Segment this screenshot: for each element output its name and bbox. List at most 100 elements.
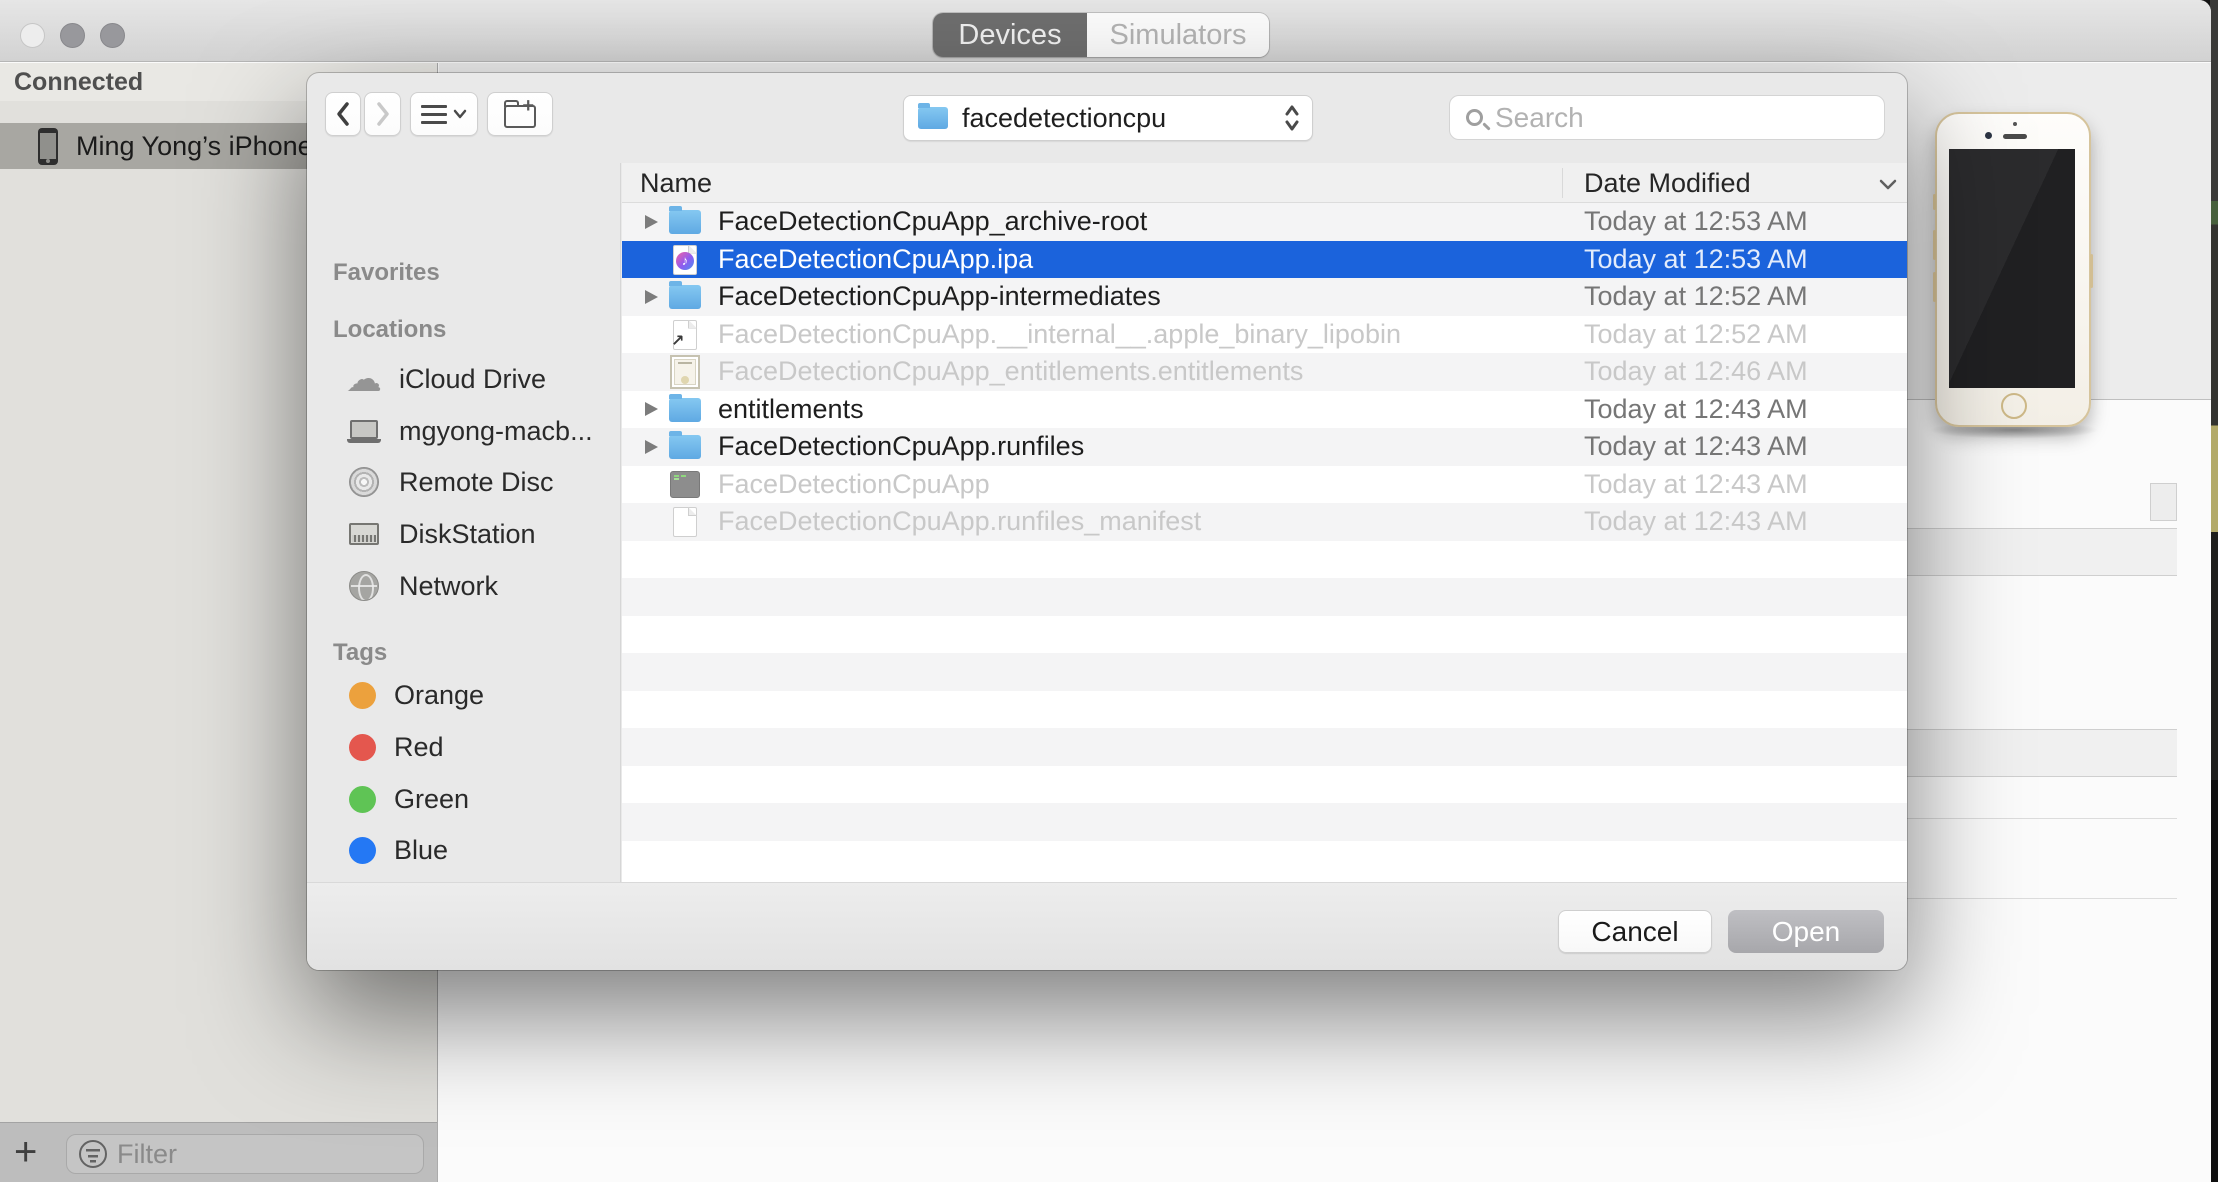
folder-dropdown[interactable]: facedetectioncpu bbox=[903, 95, 1313, 141]
file-date-modified: Today at 12:46 AM bbox=[1584, 356, 1808, 387]
open-button[interactable]: Open bbox=[1728, 910, 1884, 953]
add-device-button[interactable]: + bbox=[14, 1130, 37, 1175]
sidebar-item-icloud-drive[interactable]: ☁iCloud Drive bbox=[307, 353, 620, 405]
sidebar-item-red[interactable]: Red bbox=[307, 721, 620, 773]
view-options-button[interactable] bbox=[410, 92, 478, 136]
empty-row bbox=[622, 803, 1907, 841]
file-icon-cell: ♪ bbox=[668, 245, 702, 275]
empty-row bbox=[622, 541, 1907, 579]
plain-file-icon bbox=[673, 507, 697, 537]
file-icon-cell bbox=[668, 282, 702, 312]
tab-simulators[interactable]: Simulators bbox=[1087, 13, 1269, 57]
sidebar-item-label: mgyong-macb... bbox=[399, 416, 593, 447]
back-button[interactable] bbox=[325, 92, 361, 136]
sidebar-item-green[interactable]: Green bbox=[307, 773, 620, 825]
close-window-button[interactable] bbox=[20, 23, 45, 48]
file-row-facedetectioncpuapp[interactable]: FaceDetectionCpuAppToday at 12:43 AM bbox=[622, 466, 1907, 504]
sidebar-item-label: Green bbox=[394, 784, 469, 815]
sidebar-item-mgyong-macb[interactable]: mgyong-macb... bbox=[307, 405, 620, 457]
disclosure-triangle-icon[interactable] bbox=[645, 440, 658, 454]
file-icon-cell: ↗ bbox=[668, 320, 702, 350]
file-icon-cell bbox=[668, 507, 702, 537]
sidebar-item-orange[interactable]: Orange bbox=[307, 669, 620, 721]
open-file-dialog: facedetectioncpu Search FavoritesLocatio… bbox=[307, 73, 1907, 970]
file-name: FaceDetectionCpuApp.runfiles bbox=[718, 431, 1084, 462]
diskstation-icon bbox=[349, 523, 379, 545]
folder-icon bbox=[669, 285, 701, 309]
filter-placeholder: Filter bbox=[117, 1139, 177, 1170]
new-folder-button[interactable] bbox=[487, 92, 553, 136]
icloud-drive-icon: ☁ bbox=[346, 362, 382, 396]
file-name: FaceDetectionCpuApp_entitlements.entitle… bbox=[718, 356, 1303, 387]
column-header-date-modified[interactable]: Date Modified bbox=[1584, 168, 1751, 199]
sidebar-item-diskstation[interactable]: DiskStation bbox=[307, 508, 620, 560]
executable-file-icon bbox=[670, 471, 700, 498]
column-header-name[interactable]: Name bbox=[640, 168, 712, 199]
empty-row bbox=[622, 841, 1907, 879]
file-date-modified: Today at 12:43 AM bbox=[1584, 469, 1808, 500]
chevron-down-icon bbox=[453, 109, 467, 119]
tag-color-icon bbox=[349, 786, 376, 813]
alias-file-icon: ↗ bbox=[673, 320, 697, 350]
sidebar-item-label: DiskStation bbox=[399, 519, 536, 550]
file-date-modified: Today at 12:52 AM bbox=[1584, 319, 1808, 350]
sort-direction-icon bbox=[1878, 178, 1898, 190]
disclosure-triangle-icon[interactable] bbox=[645, 290, 658, 304]
file-icon-cell bbox=[668, 470, 702, 500]
file-row-facedetectioncpuapp-ipa[interactable]: ♪ FaceDetectionCpuApp.ipa Today at 12:53 A… bbox=[622, 241, 1907, 279]
tag-color-icon bbox=[349, 837, 376, 864]
list-header: Name Date Modified bbox=[622, 163, 1907, 203]
file-date-modified: Today at 12:53 AM bbox=[1584, 244, 1808, 275]
file-row-facedetectioncpuapp-runfiles-manifest[interactable]: FaceDetectionCpuApp.runfiles_manifest Tod… bbox=[622, 503, 1907, 541]
zoom-window-button[interactable] bbox=[100, 23, 125, 48]
empty-row bbox=[622, 728, 1907, 766]
file-icon-cell bbox=[668, 207, 702, 237]
file-name: entitlements bbox=[718, 394, 864, 425]
file-row-facedetectioncpuapp-internal-apple-binary-lipobin[interactable]: ↗FaceDetectionCpuApp.__internal__.apple_… bbox=[622, 316, 1907, 354]
sidebar-item-network[interactable]: Network bbox=[307, 560, 620, 612]
file-date-modified: Today at 12:43 AM bbox=[1584, 506, 1808, 537]
folder-icon bbox=[669, 210, 701, 234]
filter-input[interactable]: Filter bbox=[66, 1134, 424, 1174]
sidebar-item-remote-disc[interactable]: Remote Disc bbox=[307, 456, 620, 508]
sidebar-item-label: Remote Disc bbox=[399, 467, 554, 498]
file-name: FaceDetectionCpuApp-intermediates bbox=[718, 281, 1161, 312]
new-folder-icon bbox=[504, 105, 536, 128]
file-row-facedetectioncpuapp-intermediates[interactable]: FaceDetectionCpuApp-intermediates Today a… bbox=[622, 278, 1907, 316]
cancel-button[interactable]: Cancel bbox=[1558, 910, 1712, 953]
file-name: FaceDetectionCpuApp.ipa bbox=[718, 244, 1033, 275]
entitlements-certificate-icon bbox=[670, 355, 700, 389]
network-globe-icon bbox=[349, 571, 379, 601]
sidebar-bottom-bar: + Filter bbox=[0, 1122, 437, 1182]
file-row-entitlements[interactable]: entitlementsToday at 12:43 AM bbox=[622, 391, 1907, 429]
search-input[interactable]: Search bbox=[1449, 95, 1885, 140]
empty-row bbox=[622, 691, 1907, 729]
minimize-window-button[interactable] bbox=[60, 23, 85, 48]
disclosure-triangle-icon[interactable] bbox=[645, 402, 658, 416]
folder-icon bbox=[918, 107, 948, 129]
column-divider[interactable] bbox=[1562, 168, 1563, 198]
laptop-icon bbox=[350, 420, 378, 439]
file-row-facedetectioncpuapp-archive-root[interactable]: FaceDetectionCpuApp_archive-rootToday at… bbox=[622, 203, 1907, 241]
traffic-lights bbox=[20, 23, 125, 48]
file-row-facedetectioncpuapp-entitlements-entitlements[interactable]: FaceDetectionCpuApp_entitlements.entitle… bbox=[622, 353, 1907, 391]
iphone-icon bbox=[38, 128, 58, 165]
empty-row bbox=[622, 616, 1907, 654]
sidebar-item-blue[interactable]: Blue bbox=[307, 824, 620, 876]
disclosure-triangle-icon[interactable] bbox=[645, 215, 658, 229]
sidebar-item-label: Blue bbox=[394, 835, 448, 866]
forward-button[interactable] bbox=[364, 92, 401, 136]
tag-color-icon bbox=[349, 734, 376, 761]
list-view-icon bbox=[421, 113, 447, 116]
tab-devices[interactable]: Devices bbox=[933, 13, 1087, 57]
file-row-facedetectioncpuapp-runfiles[interactable]: FaceDetectionCpuApp.runfilesToday at 12:… bbox=[622, 428, 1907, 466]
dialog-sidebar: FavoritesLocations☁iCloud Drivemgyong-ma… bbox=[307, 163, 621, 882]
ipa-file-icon: ♪ bbox=[673, 245, 697, 275]
dropdown-arrows-icon bbox=[1284, 103, 1300, 133]
screen: Devices Simulators Connected Ming Yong’s… bbox=[0, 0, 2218, 1182]
iphone-device-image bbox=[1935, 112, 2091, 427]
file-date-modified: Today at 12:52 AM bbox=[1584, 281, 1808, 312]
empty-row bbox=[622, 766, 1907, 804]
file-name: FaceDetectionCpuApp.runfiles_manifest bbox=[718, 506, 1201, 537]
file-list-body: FaceDetectionCpuApp_archive-rootToday at… bbox=[622, 203, 1907, 882]
